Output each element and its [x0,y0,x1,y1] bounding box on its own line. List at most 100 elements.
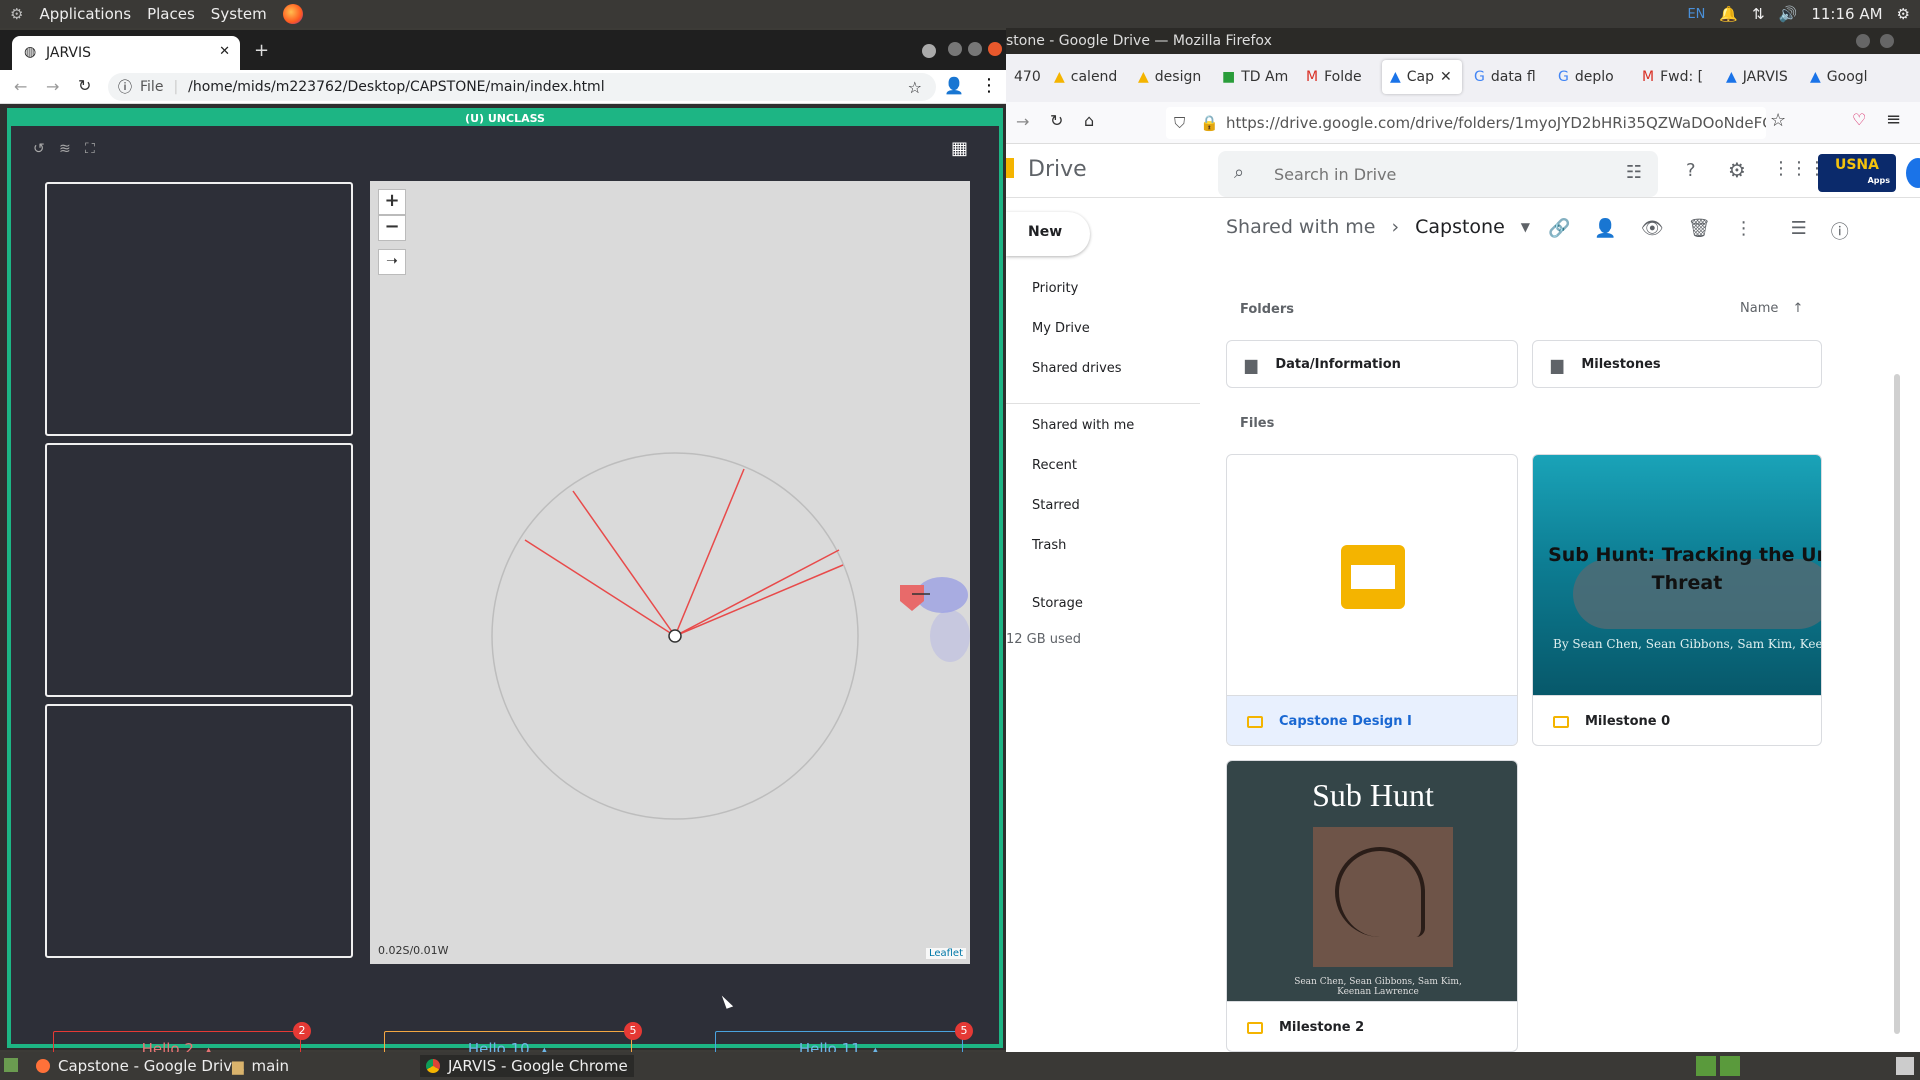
tab-search-icon[interactable] [922,44,936,58]
tab-jarvis[interactable]: ▲ JARVIS [1718,60,1798,94]
delete-icon[interactable]: 🗑 [1688,218,1711,244]
undo-icon[interactable]: ↺ [33,141,45,157]
file-card-capstone-design[interactable]: Capstone Design I [1226,454,1518,746]
close-button[interactable] [1880,34,1894,48]
apps-grid-icon[interactable]: ▦ [951,138,968,159]
forward-icon[interactable]: → [46,77,59,96]
nav-shared-drives[interactable]: Shared drives [1032,361,1122,376]
drive-app-name[interactable]: Drive [1028,157,1087,182]
home-icon[interactable]: ⌂ [1084,111,1094,130]
nav-trash[interactable]: Trash [1032,538,1066,553]
settings-icon[interactable]: ⚙ [1728,158,1746,182]
chrome-tabstrip: ◍ JARVIS ✕ + [0,30,1006,70]
chrome-menu-icon[interactable]: ⋮ [980,75,998,96]
tab-jarvis[interactable]: ◍ JARVIS ✕ [12,36,240,70]
tab-td-am[interactable]: ■ TD Am [1214,60,1294,94]
avatar[interactable] [1906,158,1920,188]
address-bar[interactable]: ⓘ File | /home/mids/m223762/Desktop/CAPS… [108,73,936,101]
help-icon[interactable]: ? [1686,160,1696,181]
trash-applet-icon[interactable] [1896,1057,1914,1075]
close-tab-icon[interactable]: ✕ [219,44,230,59]
forward-icon[interactable]: → [1016,112,1029,131]
layers-icon[interactable]: ≋ [59,141,71,157]
reload-icon[interactable]: ↻ [1050,111,1063,130]
hamburger-menu-icon[interactable]: ≡ [1886,109,1901,130]
leaflet-attribution[interactable]: Leaflet [925,948,966,959]
vertical-scrollbar[interactable] [1894,374,1900,1034]
fullscreen-icon[interactable]: ⛶ [85,141,95,157]
firefox-launcher-icon[interactable] [282,4,303,24]
more-vert-icon[interactable]: ⋮ [1735,218,1753,244]
tab-design[interactable]: ▲ design [1130,60,1210,94]
tab-calendar[interactable]: ▲ calend [1046,60,1126,94]
places-menu[interactable]: Places [147,5,195,23]
file-card-footer: Milestone 0 [1533,695,1821,745]
share-icon[interactable]: 👤 [1594,218,1616,244]
nav-priority[interactable]: Priority [1032,281,1078,296]
taskbar-item-firefox[interactable]: Capstone - Google Driv... [30,1055,251,1077]
minimize-button[interactable] [948,42,962,56]
maximize-button[interactable] [968,42,982,56]
search-input[interactable] [1274,162,1594,186]
nav-recent[interactable]: Recent [1032,458,1077,473]
close-tab-icon[interactable]: ✕ [1440,69,1452,85]
breadcrumb-current[interactable]: Capstone [1415,216,1505,238]
tab-470[interactable]: 470 [1006,60,1040,94]
folder-data-information[interactable]: ▆ Data/Information [1226,340,1518,388]
notification-bell-icon[interactable]: 🔔 [1719,5,1738,23]
new-button[interactable]: New [1006,212,1090,256]
workspace-switcher-2[interactable] [1720,1056,1740,1076]
bookmark-star-icon[interactable]: ☆ [908,78,922,97]
system-menu[interactable]: System [211,5,267,23]
account-badge[interactable]: USNA Apps [1818,154,1896,192]
breadcrumb-parent[interactable]: Shared with me [1226,216,1375,238]
tab-capstone[interactable]: ▲ Cap ✕ [1382,60,1462,94]
sort-name-button[interactable]: Name ↑ [1740,301,1803,316]
bookmark-star-icon[interactable]: ☆ [1770,110,1786,131]
nav-shared-with-me[interactable]: Shared with me [1032,418,1134,433]
search-options-icon[interactable]: ☷ [1626,162,1642,183]
slides-file-icon [1247,1021,1263,1034]
network-icon[interactable]: ⇅ [1752,5,1765,23]
nav-storage[interactable]: Storage [1032,596,1083,611]
workspace-switcher-1[interactable] [1696,1056,1716,1076]
preview-eye-icon[interactable]: 👁 [1641,218,1664,244]
clock[interactable]: 11:16 AM [1811,5,1882,23]
tab-fwd[interactable]: M Fwd: [ [1634,60,1714,94]
ubuntu-logo-icon[interactable]: ⚙ [10,5,23,23]
back-icon[interactable]: ← [14,77,27,96]
volume-icon[interactable]: 🔊 [1779,5,1798,23]
file-card-milestone-2[interactable]: Sub Hunt Sean Chen, Sean Gibbons, Sam Ki… [1226,760,1518,1052]
tab-folder[interactable]: M Folde [1298,60,1378,94]
url-bar[interactable]: ⛉ 🔒 https://drive.google.com/drive/folde… [1166,107,1766,139]
taskbar-item-main[interactable]: ▆ main [226,1055,295,1077]
thumbnail-authors: Sean Chen, Sean Gibbons, Sam Kim, Keenan… [1294,977,1462,997]
profile-icon[interactable]: 👤 [944,76,964,95]
link-icon[interactable]: 🔗 [1548,218,1570,244]
tab-google[interactable]: ▲ Googl [1802,60,1882,94]
pocket-icon[interactable]: ♡ [1852,110,1866,129]
new-tab-icon[interactable]: + [254,40,269,61]
applications-menu[interactable]: Applications [39,5,131,23]
info-icon[interactable]: ⓘ [1831,218,1849,244]
file-card-milestone-0[interactable]: Sub Hunt: Tracking the Ur Threat By Sean… [1532,454,1822,746]
list-view-icon[interactable]: ☰ [1791,218,1807,244]
tab-deploy[interactable]: Gdeplo [1550,60,1630,94]
reload-icon[interactable]: ↻ [78,76,91,95]
minimize-button[interactable] [1856,34,1870,48]
search-icon[interactable]: ⌕ [1234,162,1244,183]
nav-starred[interactable]: Starred [1032,498,1080,513]
window-title: stone - Google Drive — Mozilla Firefox [1006,33,1272,49]
show-desktop-icon[interactable] [4,1058,18,1072]
close-window-button[interactable] [988,42,1002,56]
folder-milestones[interactable]: ▆ Milestones [1532,340,1822,388]
drive-search-bar[interactable]: ⌕ ☷ [1218,151,1658,197]
tab-data-flow[interactable]: Gdata fl [1466,60,1546,94]
leaflet-map[interactable]: + − ➝ 0.02S/0.01W Leaflet [370,181,970,964]
bearing-line [572,490,676,637]
settings-gear-icon[interactable]: ⚙ [1897,5,1910,23]
language-indicator[interactable]: EN [1687,7,1705,22]
nav-my-drive[interactable]: My Drive [1032,321,1090,336]
taskbar-item-chrome[interactable]: JARVIS - Google Chrome [420,1055,634,1077]
chevron-down-icon[interactable]: ▼ [1521,220,1530,234]
